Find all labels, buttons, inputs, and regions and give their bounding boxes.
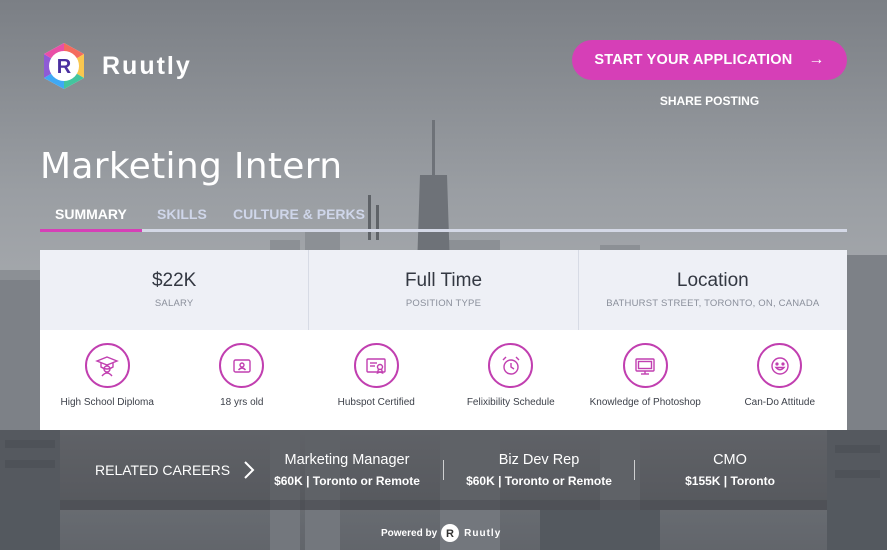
share-posting-link[interactable]: SHARE POSTING bbox=[572, 94, 847, 108]
skill-item: Can-Do Attitude bbox=[713, 343, 848, 430]
stat-label: SALARY bbox=[154, 298, 194, 309]
related-career-item[interactable]: CMO $155K | Toronto bbox=[660, 452, 800, 488]
related-careers-title: RELATED CAREERS bbox=[95, 462, 231, 478]
skill-label: Felixibility Schedule bbox=[466, 397, 555, 408]
career-meta: $155K | Toronto bbox=[685, 474, 775, 488]
powered-by-brand: Ruutly bbox=[464, 527, 502, 539]
start-application-button[interactable]: START YOUR APPLICATION → bbox=[572, 40, 847, 80]
job-title: Marketing Intern bbox=[40, 146, 343, 187]
skills-row: High School Diploma 18 yrs old Hubspot C… bbox=[40, 330, 847, 430]
id-card-icon bbox=[219, 343, 265, 388]
related-careers-bar: RELATED CAREERS Marketing Manager $60K |… bbox=[60, 430, 827, 510]
ruutly-logo-icon: R bbox=[44, 43, 84, 89]
career-name: CMO bbox=[713, 452, 747, 468]
powered-by[interactable]: Powered by R Ruutly bbox=[381, 524, 501, 542]
powered-by-label: Powered by bbox=[381, 527, 438, 539]
stat-label: BATHURST STREET, TORONTO, ON, CANADA bbox=[606, 298, 820, 309]
career-meta: $60K | Toronto or Remote bbox=[466, 474, 612, 488]
stat-position-type: Full Time POSITION TYPE bbox=[309, 250, 579, 330]
stat-label: POSITION TYPE bbox=[405, 298, 482, 309]
tab-bar-divider bbox=[40, 229, 847, 232]
stat-value: Full Time bbox=[404, 270, 483, 291]
brand-name: Ruutly bbox=[102, 51, 192, 80]
active-tab-indicator bbox=[40, 229, 142, 232]
brand-logo[interactable]: R Ruutly bbox=[40, 42, 192, 90]
skill-label: High School Diploma bbox=[60, 397, 154, 408]
stat-value: Location bbox=[676, 270, 749, 291]
tab-summary[interactable]: SUMMARY bbox=[55, 206, 127, 222]
related-career-item[interactable]: Biz Dev Rep $60K | Toronto or Remote bbox=[462, 452, 616, 488]
tab-bar: SUMMARY SKILLS CULTURE & PERKS bbox=[40, 206, 847, 232]
skill-label: 18 yrs old bbox=[220, 397, 264, 408]
skill-item: Knowledge of Photoshop bbox=[578, 343, 713, 430]
stat-location: Location BATHURST STREET, TORONTO, ON, C… bbox=[579, 250, 847, 330]
monitor-icon bbox=[622, 343, 668, 388]
related-career-item[interactable]: Marketing Manager $60K | Toronto or Remo… bbox=[270, 452, 424, 488]
tab-culture-perks[interactable]: CULTURE & PERKS bbox=[233, 206, 365, 222]
career-divider bbox=[443, 460, 444, 480]
career-name: Marketing Manager bbox=[284, 452, 410, 468]
skill-item: High School Diploma bbox=[40, 343, 175, 430]
career-meta: $60K | Toronto or Remote bbox=[274, 474, 420, 488]
smiley-icon bbox=[757, 343, 803, 388]
summary-card: $22K SALARY Full Time POSITION TYPE Loca… bbox=[40, 250, 847, 430]
stat-value: $22K bbox=[151, 270, 197, 291]
arrow-right-icon: → bbox=[808, 51, 825, 68]
certificate-icon bbox=[353, 343, 399, 388]
career-divider bbox=[634, 460, 635, 480]
stat-salary: $22K SALARY bbox=[40, 250, 310, 330]
alarm-clock-icon bbox=[488, 343, 534, 388]
skill-label: Can-Do Attitude bbox=[744, 397, 816, 408]
logo-letter: R bbox=[57, 56, 72, 78]
chevron-right-icon[interactable] bbox=[242, 460, 256, 480]
apply-button-label: START YOUR APPLICATION bbox=[594, 52, 793, 68]
tab-skills[interactable]: SKILLS bbox=[157, 206, 207, 222]
ruutly-logo-icon: R bbox=[441, 524, 460, 542]
skill-item: Felixibility Schedule bbox=[444, 343, 579, 430]
skill-item: 18 yrs old bbox=[175, 343, 310, 430]
skill-item: Hubspot Certified bbox=[309, 343, 444, 430]
career-name: Biz Dev Rep bbox=[498, 452, 580, 468]
graduate-icon bbox=[84, 343, 130, 388]
skill-label: Hubspot Certified bbox=[337, 397, 415, 408]
skill-label: Knowledge of Photoshop bbox=[589, 397, 701, 408]
stats-row: $22K SALARY Full Time POSITION TYPE Loca… bbox=[40, 250, 847, 330]
footer-logo-letter: R bbox=[446, 528, 454, 540]
